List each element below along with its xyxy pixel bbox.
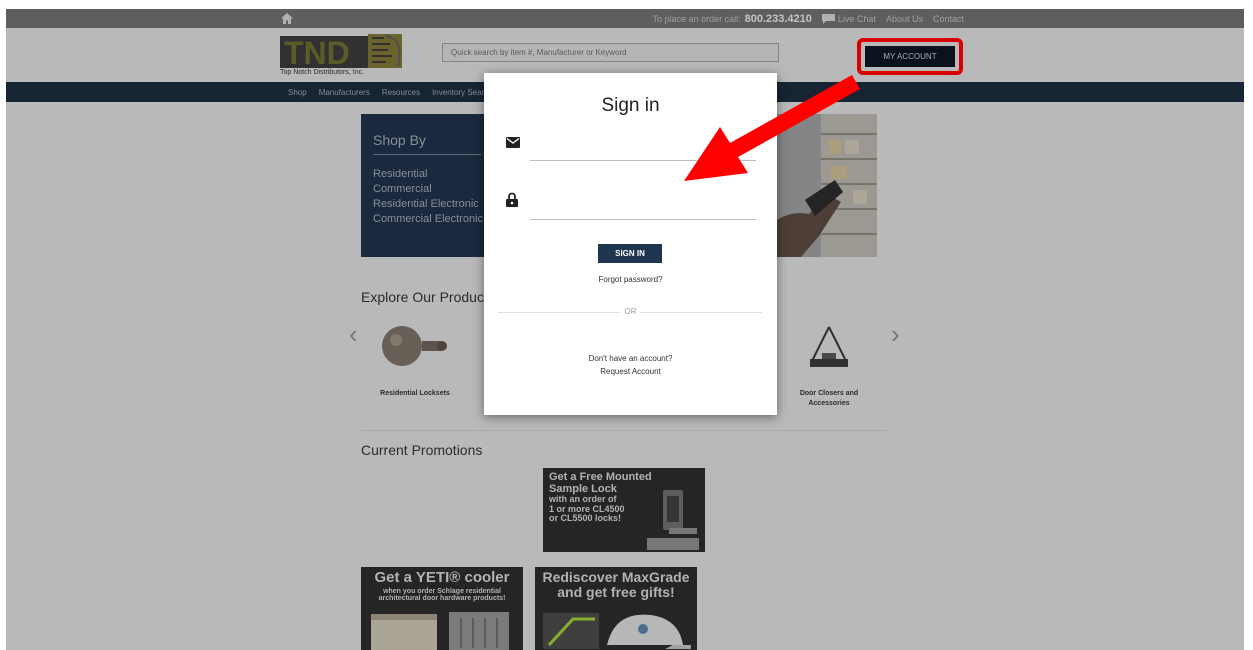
website: To place an order call: 800.233.4210 Liv… xyxy=(6,9,1244,650)
red-annotation-arrow xyxy=(684,75,860,181)
screenshot-canvas: To place an order call: 800.233.4210 Liv… xyxy=(0,0,1253,650)
or-separator: OR xyxy=(624,307,637,316)
sign-in-button[interactable]: SIGN IN xyxy=(598,244,662,263)
lock-icon xyxy=(506,192,518,207)
mail-icon xyxy=(506,137,520,148)
forgot-password-link[interactable]: Forgot password? xyxy=(484,275,777,284)
request-account-link[interactable]: Request Account xyxy=(484,367,777,376)
password-field[interactable] xyxy=(530,199,756,220)
no-account-text: Don't have an account? xyxy=(588,354,673,363)
